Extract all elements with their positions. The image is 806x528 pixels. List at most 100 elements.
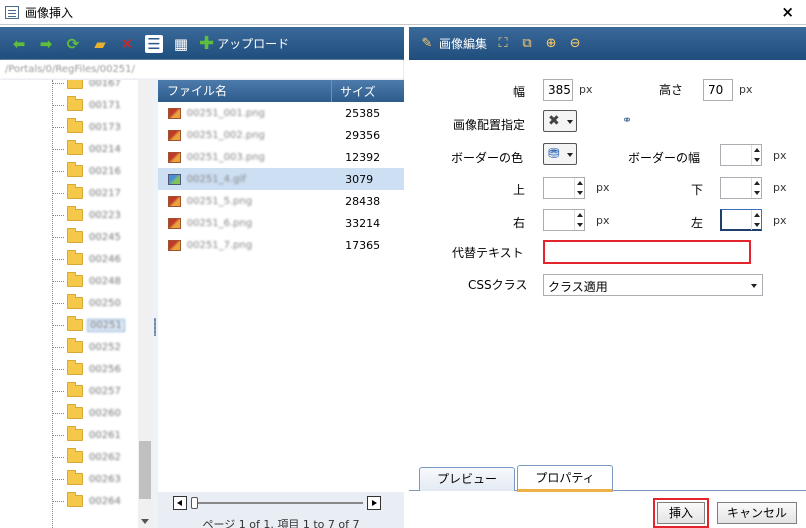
cancel-button[interactable]: キャンセル [717,502,797,524]
folder-label: 00246 [89,253,121,265]
folder-icon [67,404,83,419]
tree-folder-item[interactable]: 00223 [52,204,121,226]
tree-folder-item[interactable]: 00263 [52,468,121,490]
tree-scrollbar[interactable] [138,80,152,528]
height-input[interactable]: 70 [703,79,733,101]
width-input[interactable]: 385 [543,79,573,101]
margin-right-input[interactable] [543,209,585,231]
tree-folder-item[interactable]: 00262 [52,446,121,468]
tree-folder-item[interactable]: 00246 [52,248,121,270]
tab-preview[interactable]: プレビュー [419,467,515,491]
pager-slider[interactable] [173,496,381,510]
height-unit: px [739,83,753,96]
thumbnail-view-icon[interactable]: ▦ [172,35,190,53]
tree-folder-item[interactable]: 00171 [52,94,121,116]
file-row[interactable]: 00251_5.png 28438 [158,190,404,212]
margin-bottom-input[interactable] [720,177,762,199]
border-color-picker[interactable]: ⛃ [543,143,577,165]
tree-folder-item[interactable]: 00214 [52,138,121,160]
file-row[interactable]: 00251_001.png 25385 [158,102,404,124]
alt-text-input[interactable] [543,240,751,264]
tree-scrollbar-thumb[interactable] [139,441,151,499]
file-row[interactable]: 00251_002.png 29356 [158,124,404,146]
tree-folder-item[interactable]: 00167 [52,80,121,94]
file-name: 00251_7.png [186,239,253,251]
no-align-icon: ✖ [548,113,560,129]
alt-text-label: 代替テキスト [452,246,524,260]
tree-folder-item[interactable]: 00261 [52,424,121,446]
close-button[interactable]: × [781,3,794,21]
tree-folder-item[interactable]: 00264 [52,490,121,512]
css-class-select[interactable]: クラス適用 [543,274,763,296]
new-folder-icon[interactable]: ▰ [91,35,109,53]
tree-folder-item[interactable]: 00250 [52,292,121,314]
file-row[interactable]: 00251_7.png 17365 [158,234,404,256]
tree-folder-item[interactable]: 00216 [52,160,121,182]
slider-right-icon[interactable] [367,496,381,510]
plus-icon: ✚ [199,33,215,54]
column-header-name[interactable]: ファイル名 [158,80,332,102]
spinner-icon[interactable] [751,145,761,165]
file-grid: ファイル名 サイズ 00251_001.png 25385 00251_002.pn… [158,80,404,528]
tree-connector [52,104,64,106]
delete-icon[interactable]: ✕ [118,35,136,53]
chevron-down-icon [567,153,573,157]
width-unit: px [579,83,593,96]
list-view-icon[interactable]: ☰ [145,34,163,53]
file-row[interactable]: 00251_003.png 12392 [158,146,404,168]
margin-left-input[interactable] [720,209,762,231]
folder-icon [67,206,83,221]
margin-right-label: 右 [513,216,526,230]
refresh-icon[interactable]: ⟳ [64,35,82,53]
tab-properties[interactable]: プロパティ [517,465,613,492]
spinner-icon[interactable] [574,178,584,198]
image-file-icon [168,151,181,163]
tree-connector [52,478,64,480]
folder-icon [67,96,83,111]
zoom-out-icon[interactable]: ⊖ [567,36,583,52]
tree-connector [52,302,64,304]
folder-icon [67,470,83,485]
file-size: 12392 [345,150,381,164]
scroll-down-icon[interactable] [141,519,149,524]
folder-icon [67,316,83,331]
forward-arrow-icon[interactable]: ➡ [37,35,55,53]
resize-icon[interactable]: ⧉ [519,36,535,52]
tree-folder-item[interactable]: 00248 [52,270,121,292]
spinner-icon[interactable] [751,210,761,230]
tree-folder-item[interactable]: 00173 [52,116,121,138]
border-width-input[interactable] [720,144,762,166]
tree-connector [52,456,64,458]
link-aspect-icon[interactable]: ⚭ [622,113,632,127]
tree-folder-item[interactable]: 00256 [52,358,121,380]
folder-icon [67,118,83,133]
margin-top-input[interactable] [543,177,585,199]
border-width-unit: px [773,149,787,162]
slider-left-icon[interactable] [173,496,187,510]
tree-connector [52,236,64,238]
slider-track[interactable] [191,502,363,504]
file-row[interactable]: 00251_6.png 33214 [158,212,404,234]
css-class-label: CSSクラス [468,278,528,292]
file-row[interactable]: 00251_4.gif 3079 [158,168,404,190]
tree-folder-item[interactable]: 00257 [52,380,121,402]
tree-folder-item[interactable]: 00217 [52,182,121,204]
crop-icon[interactable]: ⛶ [495,36,511,52]
image-edit-button[interactable]: ✎ 画像編集 [419,35,487,52]
back-arrow-icon[interactable]: ⬅ [10,35,28,53]
tree-folder-item[interactable]: 00251 [52,314,125,336]
folder-label: 00171 [89,99,121,111]
spinner-icon[interactable] [574,210,584,230]
upload-button[interactable]: ✚ アップロード [199,33,289,54]
zoom-in-icon[interactable]: ⊕ [543,36,559,52]
folder-icon [67,80,83,89]
file-name: 00251_001.png [186,107,265,119]
spinner-icon[interactable] [751,178,761,198]
tree-folder-item[interactable]: 00252 [52,336,121,358]
column-header-size[interactable]: サイズ [332,83,376,100]
align-dropdown[interactable]: ✖ [543,110,577,132]
insert-button[interactable]: 挿入 [657,502,705,524]
tree-folder-item[interactable]: 00245 [52,226,121,248]
slider-knob[interactable] [191,497,198,509]
tree-folder-item[interactable]: 00260 [52,402,121,424]
